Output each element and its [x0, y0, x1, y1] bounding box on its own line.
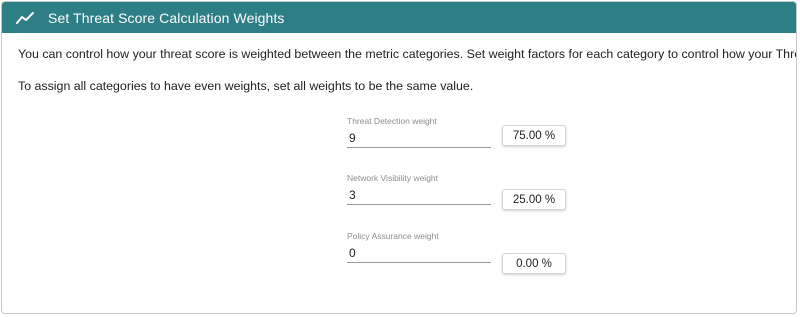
- network-visibility-percent: 25.00 %: [502, 189, 566, 210]
- trend-line-icon: [16, 10, 38, 26]
- threat-detection-weight-input[interactable]: [347, 131, 491, 148]
- threat-detection-label: Threat Detection weight: [347, 116, 437, 126]
- panel-body: You can control how your threat score is…: [2, 33, 796, 93]
- network-visibility-field: Network Visibility weight: [347, 173, 491, 205]
- panel-header: Set Threat Score Calculation Weights: [2, 2, 796, 33]
- even-weights-hint: To assign all categories to have even we…: [18, 79, 474, 93]
- policy-assurance-weight-input[interactable]: [347, 246, 491, 263]
- threat-score-weights-panel: Set Threat Score Calculation Weights You…: [1, 1, 797, 314]
- intro-text: You can control how your threat score is…: [18, 47, 796, 61]
- threat-detection-percent: 75.00 %: [502, 125, 566, 146]
- threat-detection-field: Threat Detection weight: [347, 116, 491, 148]
- policy-assurance-field: Policy Assurance weight: [347, 231, 491, 263]
- panel-title: Set Threat Score Calculation Weights: [48, 9, 285, 26]
- network-visibility-label: Network Visibility weight: [347, 173, 439, 183]
- policy-assurance-label: Policy Assurance weight: [347, 231, 439, 241]
- policy-assurance-percent: 0.00 %: [502, 253, 566, 274]
- network-visibility-weight-input[interactable]: [347, 188, 491, 205]
